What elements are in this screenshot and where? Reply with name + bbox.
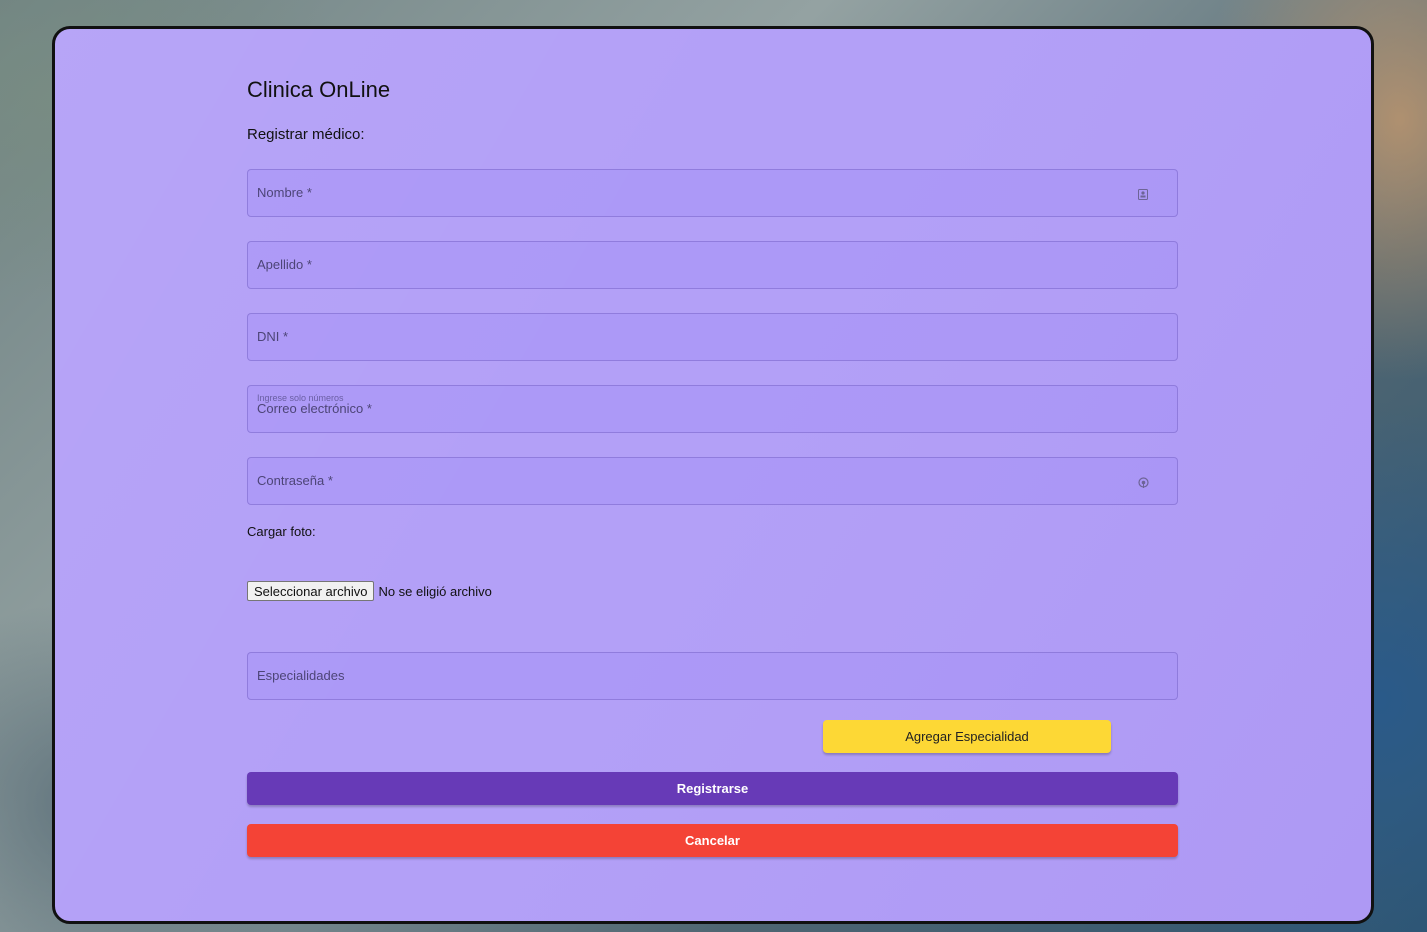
apellido-label: Apellido * xyxy=(257,257,312,272)
email-field[interactable]: Correo electrónico * xyxy=(247,385,1178,433)
dni-field[interactable]: DNI * xyxy=(247,313,1178,361)
especialidades-field[interactable]: Especialidades xyxy=(247,652,1178,700)
visibility-icon[interactable] xyxy=(1138,477,1149,488)
contact-card-icon xyxy=(1138,189,1148,200)
password-label: Contraseña * xyxy=(257,473,333,488)
choose-file-button[interactable]: Seleccionar archivo xyxy=(247,581,375,601)
email-label: Correo electrónico * xyxy=(257,401,372,416)
nombre-label: Nombre * xyxy=(257,185,312,200)
page-title: Clinica OnLine xyxy=(247,77,391,102)
file-input: Seleccionar archivo No se eligió archivo xyxy=(247,581,492,601)
register-button[interactable]: Registrarse xyxy=(247,772,1178,805)
apellido-field[interactable]: Apellido * xyxy=(247,241,1178,289)
registration-card: Clinica OnLine Registrar médico: Nombre … xyxy=(52,26,1374,924)
nombre-field[interactable]: Nombre * xyxy=(247,169,1178,217)
password-field[interactable]: Contraseña * xyxy=(247,457,1178,505)
file-status-text: No se eligió archivo xyxy=(378,583,492,599)
dni-label: DNI * xyxy=(257,329,289,344)
especialidades-label: Especialidades xyxy=(257,668,345,683)
upload-photo-label: Cargar foto: xyxy=(247,524,316,539)
form-heading: Registrar médico: xyxy=(247,126,365,143)
add-specialty-button[interactable]: Agregar Especialidad xyxy=(823,720,1111,753)
cancel-button[interactable]: Cancelar xyxy=(247,824,1178,857)
